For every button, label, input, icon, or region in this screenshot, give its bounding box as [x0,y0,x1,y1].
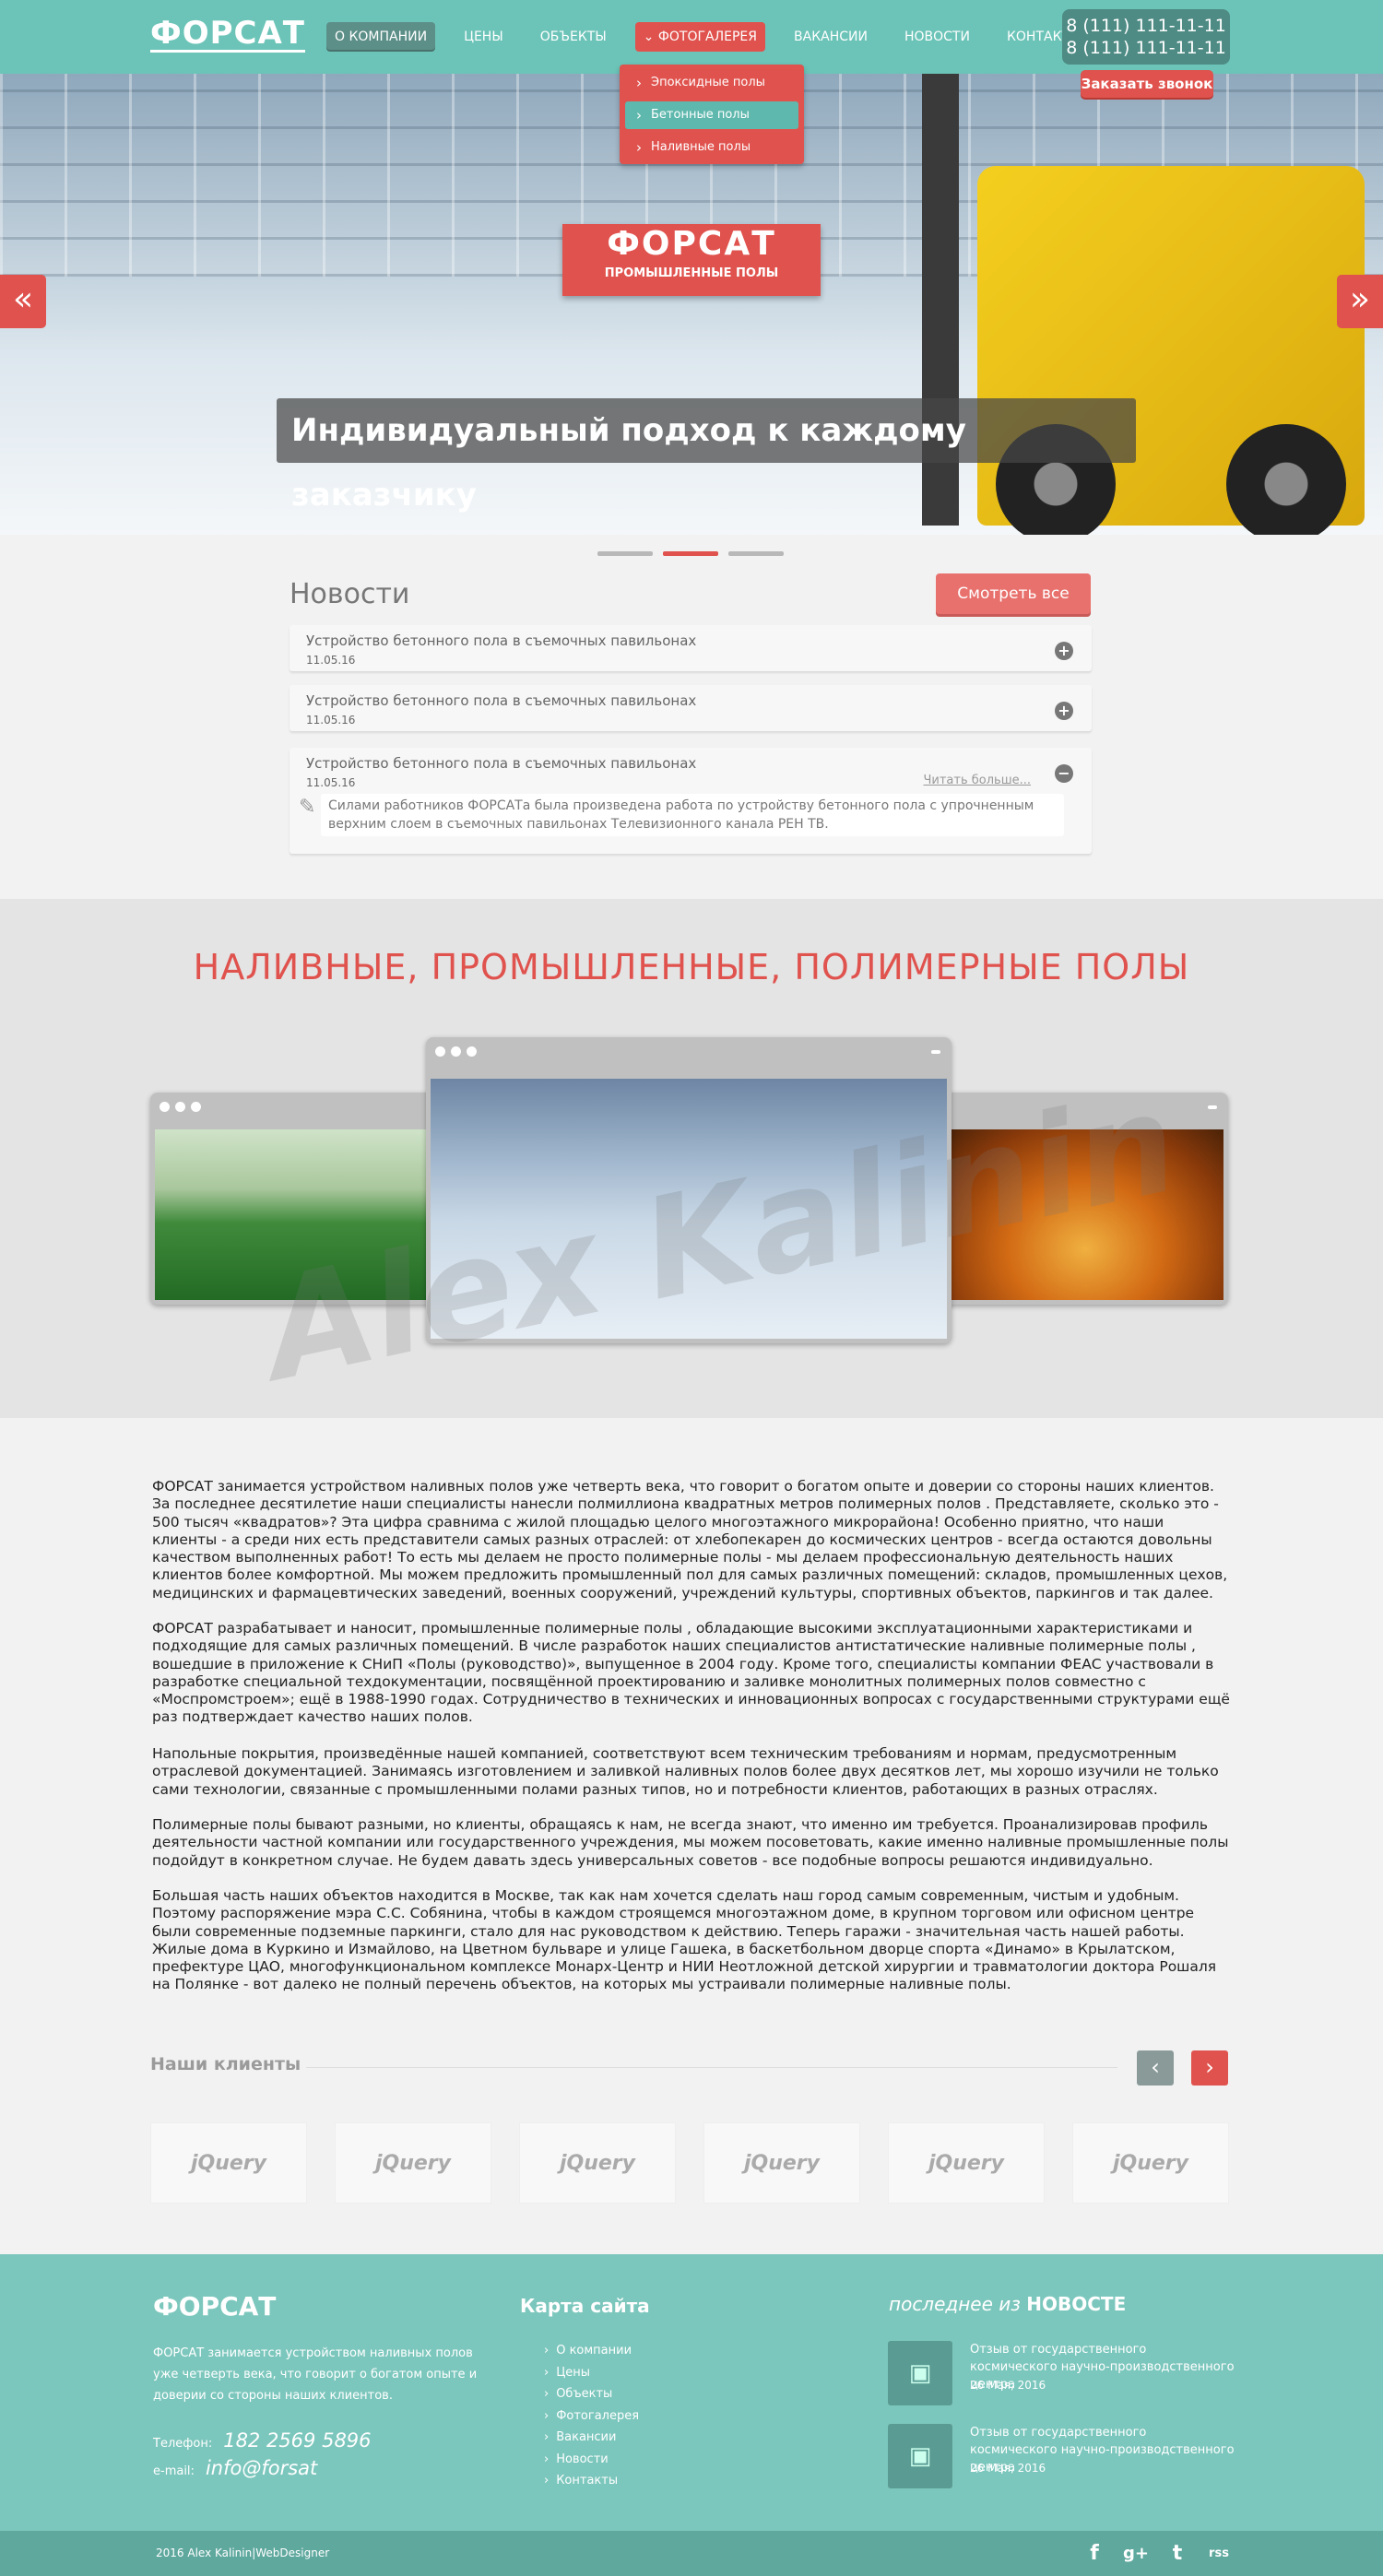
nav-about[interactable]: О КОМПАНИИ [326,22,436,52]
news-item[interactable]: Устройство бетонного пола в съемочных па… [290,625,1092,671]
pencil-icon: ✎ [299,796,316,819]
news-item-body: Силами работников ФОРСАТа была произведе… [321,794,1064,836]
about-paragraph: ФОРСАТ занимается устройством наливных п… [152,1478,1228,1601]
slider-pagination [597,551,794,556]
facebook-icon[interactable]: f [1081,2540,1108,2568]
sitemap-link-about[interactable]: О компании [544,2344,632,2357]
phone-1[interactable]: 8 (111) 111-11-11 [1062,15,1230,37]
nav-prices[interactable]: ЦЕНЫ [455,22,512,52]
sitemap-link-prices[interactable]: Цены [544,2366,590,2380]
about-paragraph: ФОРСАТ разрабатывает и наносит, промышле… [152,1620,1230,1726]
plus-icon[interactable]: + [1055,642,1073,660]
dropdown-item-epoxy[interactable]: Эпоксидные полы [625,69,798,97]
email-value[interactable]: info@forsat [206,2457,317,2479]
sitemap-link-gallery[interactable]: Фотогалерея [544,2409,639,2423]
footer-news-prefix: последнее из [889,2293,1021,2315]
client-logo[interactable]: jQuery [703,2122,860,2204]
footer-email: e-mail: info@forsat [153,2457,317,2479]
slider-dot[interactable] [728,551,784,556]
sitemap-link-objects[interactable]: Объекты [544,2387,612,2401]
google-plus-icon[interactable]: g+ [1122,2540,1150,2568]
nav-objects[interactable]: ОБЪЕКТЫ [532,22,615,52]
call-request-button[interactable]: Заказать звонок [1081,70,1213,98]
client-logo[interactable]: jQuery [519,2122,676,2204]
main-nav: О КОМПАНИИ ЦЕНЫ ОБЪЕКТЫ ⌄ ФОТОГАЛЕРЕЯ ВА… [326,22,1109,52]
nav-news[interactable]: НОВОСТИ [896,22,978,52]
news-item-title: Устройство бетонного пола в съемочных па… [306,632,697,649]
dropdown-item-concrete[interactable]: Бетонные полы [625,101,798,129]
phone-value[interactable]: 182 2569 5896 [223,2429,371,2452]
phone-box: 8 (111) 111-11-11 8 (111) 111-11-11 [1062,9,1230,65]
sitemap-link-contacts[interactable]: Контакты [544,2474,618,2487]
nav-vacancies[interactable]: ВАКАНСИИ [786,22,876,52]
footer-logo[interactable]: ФОРСАТ [153,2291,276,2322]
gallery-section: НАЛИВНЫЕ, ПРОМЫШЛЕННЫЕ, ПОЛИМЕРНЫЕ ПОЛЫ … [0,899,1383,1418]
sitemap-link-news[interactable]: Новости [544,2452,609,2466]
footer-news-title: последнее из НОВОСТЕ [889,2293,1126,2315]
nav-gallery[interactable]: ⌄ ФОТОГАЛЕРЕЯ [634,22,766,52]
view-all-news-button[interactable]: Смотреть все [936,573,1091,614]
site-header: ФОРСАТ О КОМПАНИИ ЦЕНЫ ОБЪЕКТЫ ⌄ ФОТОГАЛ… [0,0,1383,74]
client-logo[interactable]: jQuery [1072,2122,1229,2204]
footer-description: ФОРСАТ занимается устройством наливных п… [153,2346,478,2403]
news-item-date: 11.05.16 [306,654,356,667]
client-logo[interactable]: jQuery [150,2122,307,2204]
hero-caption: Индивидуальный подход к каждому заказчик… [277,398,1136,514]
read-more-link[interactable]: Читать больше... [924,774,1032,787]
about-paragraph: Полимерные полы бывают разными, но клиен… [152,1816,1229,1869]
footer-news-date: 26 Мая, 2016 [970,2379,1046,2392]
dropdown-item-self-leveling[interactable]: Наливные полы [625,134,798,161]
site-footer: ФОРСАТ ФОРСАТ занимается устройством нал… [0,2254,1383,2531]
client-logo[interactable]: jQuery [335,2122,491,2204]
news-item-date: 11.05.16 [306,714,356,727]
sitemap-link-vacancies[interactable]: Вакансии [544,2430,616,2444]
about-paragraph: Большая часть наших объектов находится в… [152,1887,1217,1993]
slider-dot-active[interactable] [663,551,718,556]
email-label: e-mail: [153,2464,195,2478]
client-logo[interactable]: jQuery [888,2122,1045,2204]
news-title: Новости [290,578,410,610]
clients-prev-button[interactable]: ‹ [1137,2050,1174,2086]
phone-label: Телефон: [153,2437,213,2451]
gallery-title: НАЛИВНЫЕ, ПРОМЫШЛЕННЫЕ, ПОЛИМЕРНЫЕ ПОЛЫ [193,947,1190,987]
clients-next-button[interactable]: › [1191,2050,1228,2086]
plus-icon[interactable]: + [1055,702,1073,720]
site-logo[interactable]: ФОРСАТ [150,17,305,53]
chevron-right-icon: › [1205,2054,1214,2080]
sitemap-title: Карта сайта [520,2295,650,2317]
news-item-date: 11.05.16 [306,776,356,789]
news-item-expanded[interactable]: Устройство бетонного пола в съемочных па… [290,748,1092,854]
news-item[interactable]: Устройство бетонного пола в съемочных па… [290,685,1092,731]
chevron-left-icon: ‹ [1151,2054,1160,2080]
double-chevron-right-icon: » [1349,280,1371,318]
double-chevron-left-icon: « [12,280,34,318]
about-paragraph: Напольные покрытия, произведённые нашей … [152,1745,1219,1798]
slider-dot[interactable] [597,551,653,556]
clients-title: Наши клиенты [150,2054,301,2074]
hero-logo: ФОРСАТ ПРОМЫШЛЕННЫЕ ПОЛЫ [562,224,821,296]
footer-phone: Телефон: 182 2569 5896 [153,2429,372,2452]
news-item-title: Устройство бетонного пола в съемочных па… [306,692,697,709]
image-placeholder-icon[interactable]: ▣ [888,2341,952,2405]
minus-icon[interactable]: − [1055,764,1073,783]
image-placeholder-icon[interactable]: ▣ [888,2424,952,2488]
slider-next-button[interactable]: » [1337,275,1383,328]
divider [306,2067,1117,2068]
nav-gallery-label: ФОТОГАЛЕРЕЯ [657,30,758,44]
rss-icon[interactable]: rss [1205,2540,1233,2568]
news-item-title: Устройство бетонного пола в съемочных па… [306,755,697,772]
footer-news-date: 26 Мая, 2016 [970,2462,1046,2475]
gallery-dropdown: Эпоксидные полы Бетонные полы Наливные п… [620,65,804,164]
twitter-icon[interactable]: t [1164,2540,1191,2568]
hero-image-forklift [922,74,1365,535]
footer-bottom-bar: 2016 Alex Kalinin|WebDesigner f g+ t rss [0,2531,1383,2576]
hero-logo-title: ФОРСАТ [607,225,776,263]
hero-logo-subtitle: ПРОМЫШЛЕННЫЕ ПОЛЫ [604,266,779,280]
phone-2[interactable]: 8 (111) 111-11-11 [1062,37,1230,59]
copyright: 2016 Alex Kalinin|WebDesigner [156,2546,330,2559]
footer-news-title-strong: НОВОСТЕ [1026,2293,1127,2315]
chevron-down-icon: ⌄ [643,30,658,44]
slider-prev-button[interactable]: « [0,275,46,328]
